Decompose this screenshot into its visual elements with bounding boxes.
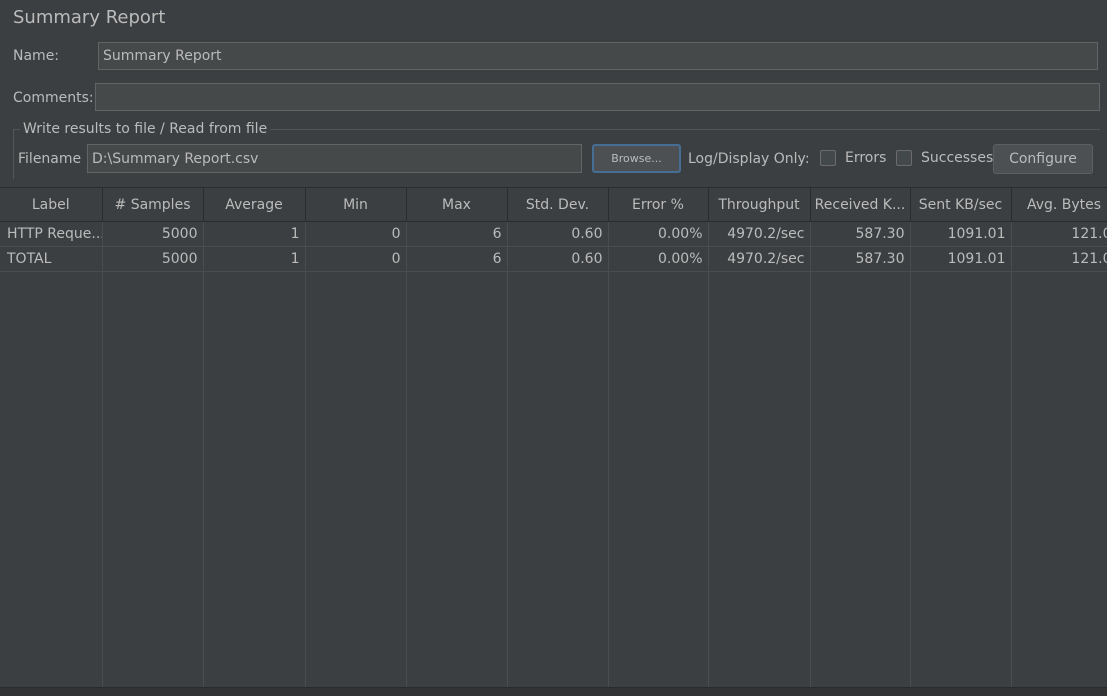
file-section-title: Write results to file / Read from file bbox=[20, 121, 271, 137]
successes-label: Successes bbox=[921, 150, 994, 166]
horizontal-scrollbar[interactable] bbox=[0, 687, 1107, 696]
browse-button[interactable]: Browse... bbox=[592, 144, 681, 173]
cell-label: TOTAL bbox=[0, 246, 103, 272]
name-label: Name: bbox=[13, 48, 60, 64]
filename-input[interactable] bbox=[87, 144, 582, 173]
name-input[interactable] bbox=[98, 42, 1098, 70]
column-header-label[interactable]: Label bbox=[0, 187, 103, 222]
cell-error-pct: 0.00% bbox=[608, 246, 709, 272]
cell-received-kb: 587.30 bbox=[810, 246, 911, 272]
filename-label: Filename bbox=[18, 151, 82, 167]
cell-max: 6 bbox=[406, 246, 508, 272]
cell-samples: 5000 bbox=[102, 246, 204, 272]
column-header-avg-bytes[interactable]: Avg. Bytes bbox=[1011, 187, 1107, 222]
cell-min: 0 bbox=[305, 221, 407, 247]
summary-report-panel: Summary Report Name: Comments: Write res… bbox=[0, 0, 1107, 696]
cell-avg-bytes: 121.0 bbox=[1011, 221, 1107, 247]
cell-label: HTTP Reque... bbox=[0, 221, 103, 247]
section-border-left bbox=[13, 129, 14, 179]
cell-sent-kb: 1091.01 bbox=[910, 246, 1012, 272]
column-header-samples[interactable]: # Samples bbox=[102, 187, 204, 222]
configure-button[interactable]: Configure bbox=[993, 144, 1093, 174]
comments-label: Comments: bbox=[13, 90, 94, 106]
cell-sent-kb: 1091.01 bbox=[910, 221, 1012, 247]
column-header-error-pct[interactable]: Error % bbox=[608, 187, 709, 222]
log-display-label: Log/Display Only: bbox=[688, 151, 810, 167]
table-row[interactable]: HTTP Reque... 5000 1 0 6 0.60 0.00% 4970… bbox=[0, 221, 1107, 247]
errors-label: Errors bbox=[845, 150, 887, 166]
column-header-min[interactable]: Min bbox=[305, 187, 407, 222]
cell-error-pct: 0.00% bbox=[608, 221, 709, 247]
cell-average: 1 bbox=[203, 246, 306, 272]
comments-input[interactable] bbox=[95, 83, 1100, 111]
column-header-throughput[interactable]: Throughput bbox=[708, 187, 811, 222]
column-header-average[interactable]: Average bbox=[203, 187, 306, 222]
cell-std-dev: 0.60 bbox=[507, 246, 609, 272]
cell-throughput: 4970.2/sec bbox=[708, 246, 811, 272]
cell-min: 0 bbox=[305, 246, 407, 272]
successes-checkbox[interactable] bbox=[896, 150, 912, 166]
column-header-std-dev[interactable]: Std. Dev. bbox=[507, 187, 609, 222]
cell-throughput: 4970.2/sec bbox=[708, 221, 811, 247]
cell-max: 6 bbox=[406, 221, 508, 247]
cell-received-kb: 587.30 bbox=[810, 221, 911, 247]
cell-average: 1 bbox=[203, 221, 306, 247]
column-header-max[interactable]: Max bbox=[406, 187, 508, 222]
cell-avg-bytes: 121.0 bbox=[1011, 246, 1107, 272]
column-header-sent-kb[interactable]: Sent KB/sec bbox=[910, 187, 1012, 222]
page-title: Summary Report bbox=[13, 7, 166, 28]
summary-table: Label # Samples Average Min Max Std. Dev… bbox=[0, 187, 1107, 687]
table-header-row: Label # Samples Average Min Max Std. Dev… bbox=[0, 187, 1107, 222]
column-header-received-kb[interactable]: Received K... bbox=[810, 187, 911, 222]
errors-checkbox[interactable] bbox=[820, 150, 836, 166]
table-row[interactable]: TOTAL 5000 1 0 6 0.60 0.00% 4970.2/sec 5… bbox=[0, 246, 1107, 272]
cell-samples: 5000 bbox=[102, 221, 204, 247]
cell-std-dev: 0.60 bbox=[507, 221, 609, 247]
